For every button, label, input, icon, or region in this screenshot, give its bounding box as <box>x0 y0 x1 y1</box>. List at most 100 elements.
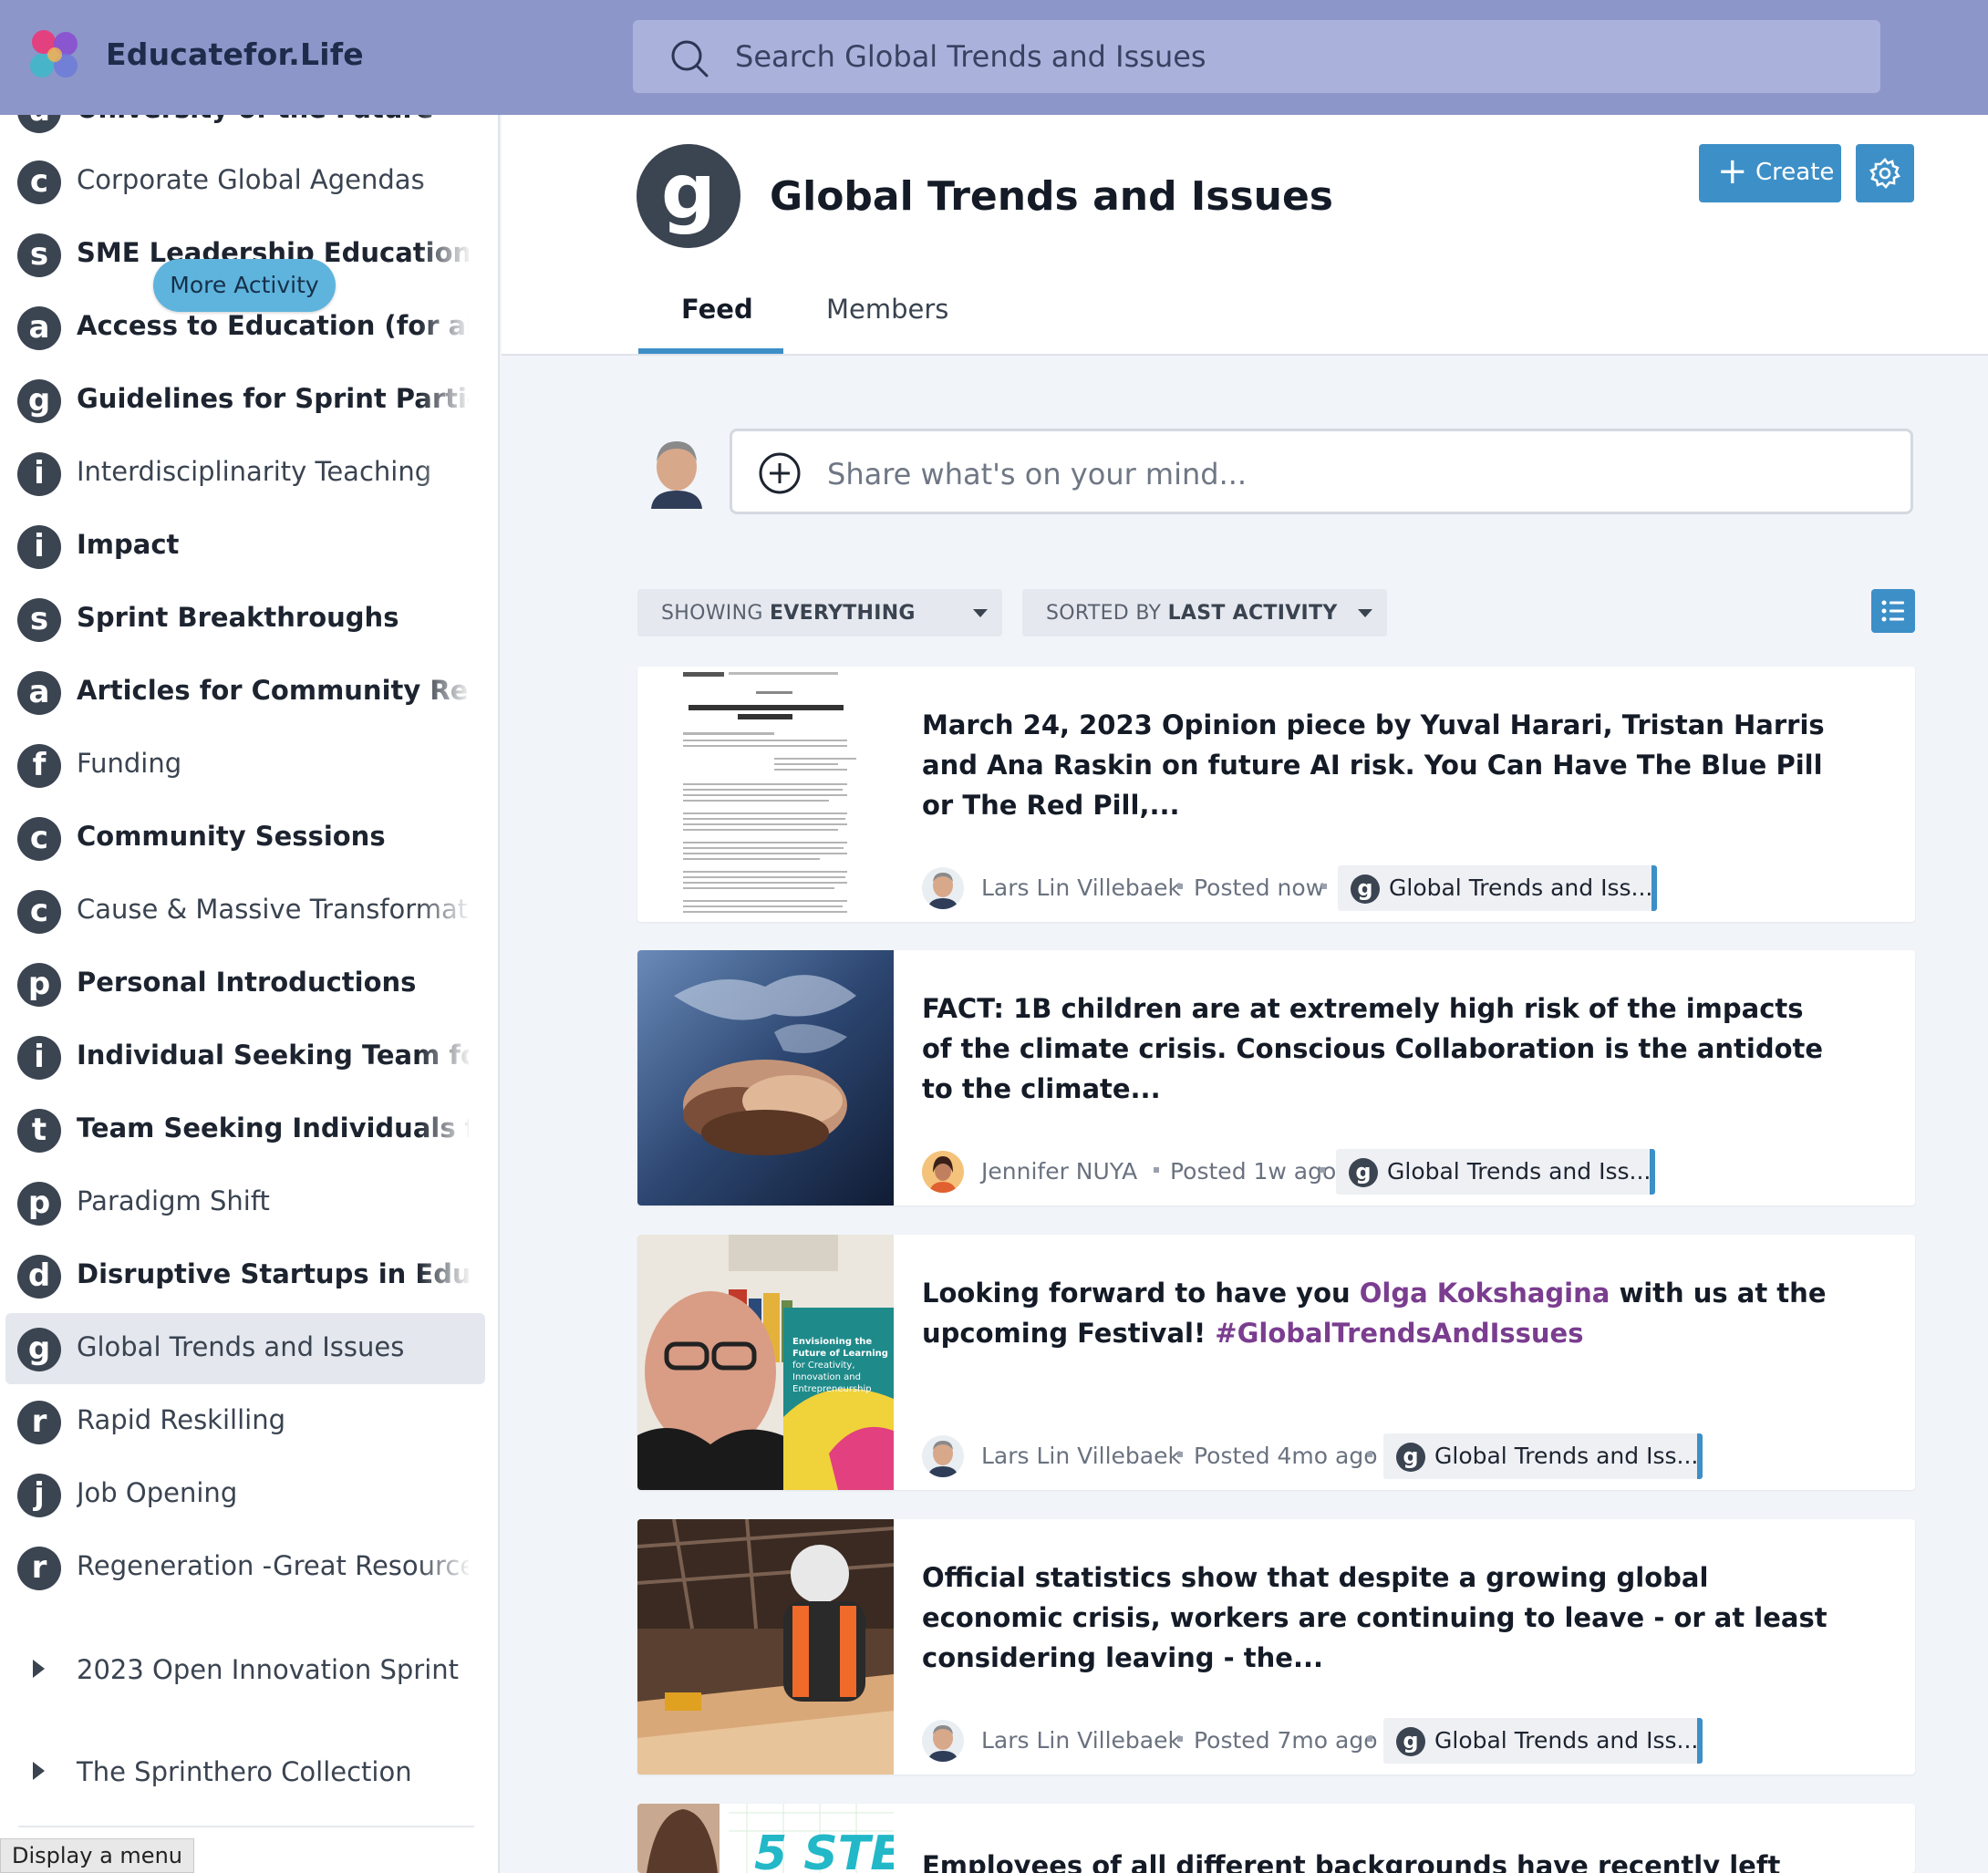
tab-feed[interactable]: Feed <box>681 294 753 325</box>
hands-globe-image <box>637 950 894 1206</box>
group-badge-icon: g <box>1396 1727 1425 1756</box>
group-badge-icon: r <box>17 1401 61 1444</box>
group-badge-icon: d <box>17 1255 61 1299</box>
sidebar-item-funding[interactable]: f Funding <box>0 730 498 801</box>
author-name[interactable]: Lars Lin Villebaek <box>981 1443 1181 1469</box>
showing-filter-dropdown[interactable]: SHOWING EVERYTHING <box>637 589 1002 636</box>
group-tag[interactable]: g Global Trends and Iss... <box>1383 1433 1703 1479</box>
author-name[interactable]: Lars Lin Villebaek <box>981 1727 1181 1754</box>
post-thumbnail[interactable] <box>637 1519 894 1775</box>
author-name[interactable]: Lars Lin Villebaek <box>981 874 1181 901</box>
brand-name[interactable]: Educatefor.Life <box>106 36 364 72</box>
sidebar-item-label: Impact <box>77 529 180 560</box>
group-tag-label: Global Trends and Iss... <box>1387 1158 1651 1185</box>
sidebar-item-paradigm-shift[interactable]: p Paradigm Shift <box>0 1167 498 1238</box>
tooltip: Display a menu <box>0 1838 194 1873</box>
sidebar-item-individual-seeking-team[interactable]: i Individual Seeking Team for 2023 <box>0 1021 498 1092</box>
group-tag[interactable]: g Global Trends and Iss... <box>1336 1149 1655 1195</box>
sidebar-item-regeneration-great-resources[interactable]: r Regeneration -Great Resources <box>0 1532 498 1603</box>
sidebar-item-community-sessions[interactable]: c Community Sessions <box>0 802 498 874</box>
sidebar-item-job-opening[interactable]: j Job Opening <box>0 1459 498 1530</box>
post-thumbnail[interactable]: 5 STEP <box>637 1804 894 1873</box>
sidebar-item-guidelines-for-sprint-participants[interactable]: g Guidelines for Sprint Participants <box>0 365 498 436</box>
feed-post-card[interactable]: Envisioning the Future of Learning for C… <box>637 1235 1915 1490</box>
create-button-label: Create <box>1755 159 1835 186</box>
add-circle-icon[interactable] <box>758 451 802 495</box>
create-button[interactable]: + Create <box>1699 144 1841 202</box>
sidebar-item-rapid-reskilling[interactable]: r Rapid Reskilling <box>0 1386 498 1457</box>
tab-members[interactable]: Members <box>826 294 948 325</box>
sidebar-divider <box>18 1826 474 1827</box>
author-avatar[interactable] <box>922 1720 964 1762</box>
feed-post-card[interactable]: 5 STEP Employees of all different backgr… <box>637 1804 1915 1873</box>
sidebar-item-global-trends-and-issues[interactable]: g Global Trends and Issues <box>5 1313 485 1384</box>
group-avatar[interactable]: g <box>637 144 740 248</box>
group-badge-icon: i <box>17 452 61 496</box>
more-activity-button[interactable]: More Activity <box>153 259 336 312</box>
feed-post-card[interactable]: FACT: 1B children are at extremely high … <box>637 950 1915 1206</box>
sidebar-item-impact[interactable]: i Impact <box>0 511 498 582</box>
sidebar-item-label: Regeneration -Great Resources <box>77 1550 469 1581</box>
group-header: g Global Trends and Issues + Create Feed… <box>502 115 1988 356</box>
post-title-text: Looking forward to have you <box>922 1278 1360 1309</box>
sidebar-item-sprint-breakthroughs[interactable]: s Sprint Breakthroughs <box>0 584 498 655</box>
group-tag-label: Global Trends and Iss... <box>1389 874 1653 901</box>
chevron-down-icon <box>973 609 988 617</box>
group-badge-icon: f <box>17 744 61 788</box>
sidebar-item-corporate-global-agendas[interactable]: c Corporate Global Agendas <box>0 146 498 217</box>
caret-right-icon <box>33 1762 45 1780</box>
group-badge-icon: j <box>17 1474 61 1517</box>
sidebar-item-cause-massive-transformative[interactable]: c Cause & Massive Transformative <box>0 875 498 947</box>
group-badge-icon: s <box>17 598 61 642</box>
brand-logo-icon[interactable] <box>26 26 84 84</box>
post-thumbnail[interactable] <box>637 667 894 922</box>
collection-sprinthero-collection[interactable]: The Sprinthero Collection <box>0 1740 498 1804</box>
plus-icon: + <box>1717 150 1748 192</box>
post-thumbnail[interactable] <box>637 950 894 1206</box>
sidebar: More Activity u University of the Future… <box>0 115 500 1873</box>
sidebar-item-team-seeking-individuals[interactable]: t Team Seeking Individuals for 2023 <box>0 1094 498 1165</box>
author-avatar[interactable] <box>922 1151 964 1193</box>
sidebar-item-articles-for-community-review[interactable]: a Articles for Community Review <box>0 657 498 728</box>
sort-prefix: SORTED BY <box>1046 602 1162 625</box>
post-title[interactable]: March 24, 2023 Opinion piece by Yuval Ha… <box>922 705 1834 825</box>
caret-right-icon <box>33 1660 45 1678</box>
user-mention-link[interactable]: Olga Kokshagina <box>1360 1278 1610 1309</box>
post-title[interactable]: Looking forward to have you Olga Kokshag… <box>922 1273 1834 1353</box>
post-title[interactable]: Employees of all different backgrounds h… <box>922 1846 1834 1873</box>
group-badge-icon: p <box>17 963 61 1007</box>
author-avatar[interactable] <box>922 867 964 909</box>
hashtag-link[interactable]: #GlobalTrendsAndIssues <box>1215 1318 1583 1349</box>
share-post-input[interactable]: Share what's on your mind... <box>730 429 1913 514</box>
sort-dropdown[interactable]: SORTED BY LAST ACTIVITY <box>1022 589 1387 636</box>
chevron-down-icon <box>1358 609 1372 617</box>
sidebar-item-label: Paradigm Shift <box>77 1185 270 1216</box>
list-view-button[interactable] <box>1871 589 1915 633</box>
sidebar-item-label: Cause & Massive Transformative <box>77 894 469 925</box>
sidebar-item-label: Team Seeking Individuals for 2023 <box>77 1112 469 1143</box>
group-tag[interactable]: g Global Trends and Iss... <box>1383 1718 1703 1764</box>
collection-2023-open-innovation-sprint[interactable]: 2023 Open Innovation Sprint <box>0 1638 498 1702</box>
feed-post-card[interactable]: March 24, 2023 Opinion piece by Yuval Ha… <box>637 667 1915 922</box>
sidebar-item-label: Articles for Community Review <box>77 675 469 706</box>
post-title[interactable]: FACT: 1B children are at extremely high … <box>922 988 1834 1109</box>
author-name[interactable]: Jennifer NUYA <box>981 1158 1137 1185</box>
sidebar-item-personal-introductions[interactable]: p Personal Introductions <box>0 948 498 1019</box>
construction-worker-image <box>637 1519 894 1775</box>
sidebar-item-disruptive-startups-in-education[interactable]: d Disruptive Startups in Education <box>0 1240 498 1311</box>
group-badge-icon: i <box>17 525 61 569</box>
post-thumbnail[interactable]: Envisioning the Future of Learning for C… <box>637 1235 894 1490</box>
sidebar-item-interdisciplinarity-teaching[interactable]: i Interdisciplinarity Teaching <box>0 438 498 509</box>
sidebar-item-university-of-the-future[interactable]: u University of the Future <box>0 115 498 146</box>
group-tag[interactable]: g Global Trends and Iss... <box>1338 865 1657 911</box>
feed-post-card[interactable]: Official statistics show that despite a … <box>637 1519 1915 1775</box>
current-user-avatar[interactable] <box>646 436 708 509</box>
sidebar-item-label: Community Sessions <box>77 821 386 852</box>
post-time: Posted 7mo ago <box>1194 1727 1378 1754</box>
author-avatar[interactable] <box>922 1435 964 1477</box>
settings-button[interactable] <box>1856 144 1914 202</box>
group-badge-icon: a <box>17 671 61 715</box>
post-title[interactable]: Official statistics show that despite a … <box>922 1557 1834 1678</box>
filter-value: EVERYTHING <box>769 602 916 625</box>
search-bar[interactable]: Search Global Trends and Issues <box>633 20 1880 93</box>
